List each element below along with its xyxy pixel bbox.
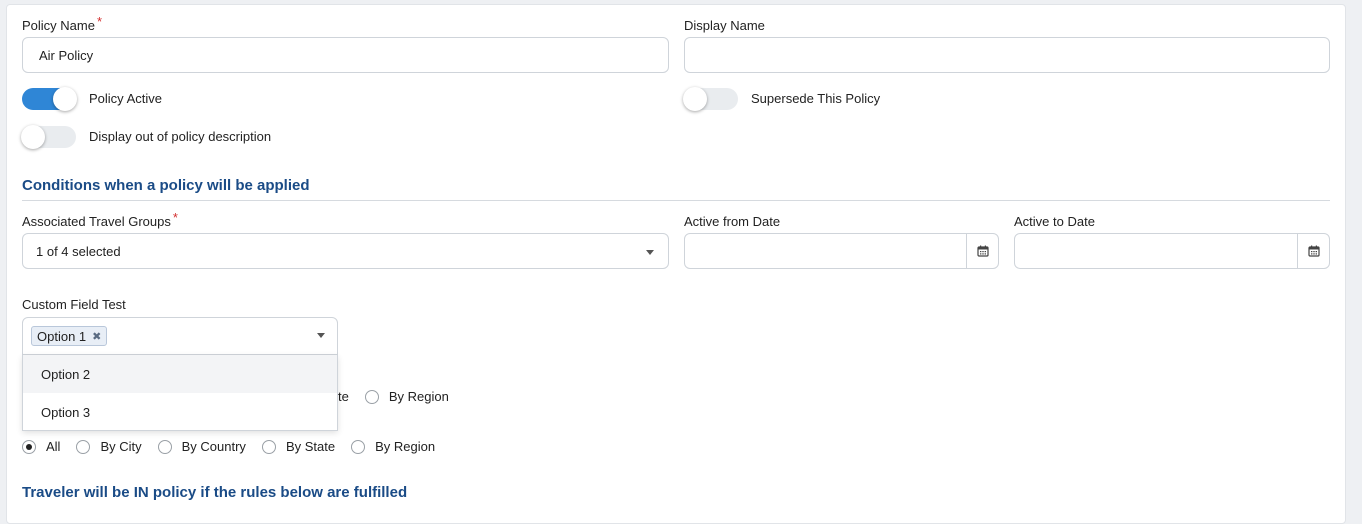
display-name-label: Display Name	[684, 18, 765, 33]
active-from-label: Active from Date	[684, 214, 781, 229]
policy-name-label: Policy Name *	[22, 14, 103, 33]
section-divider	[22, 200, 1330, 201]
display-out-of-policy-label: Display out of policy description	[89, 129, 272, 144]
conditions-section-title: Conditions when a policy will be applied	[22, 177, 310, 194]
policy-name-input[interactable]: Air Policy	[22, 37, 669, 73]
required-marker: *	[172, 210, 178, 225]
rules-section-title: Traveler will be IN policy if the rules …	[22, 484, 408, 501]
calendar-button[interactable]	[1297, 234, 1329, 268]
display-out-of-policy-toggle[interactable]	[21, 125, 76, 149]
radio-group-1: te By Region	[338, 389, 449, 404]
policy-name-value: Air Policy	[39, 47, 94, 63]
radio-by-state[interactable]: By State	[261, 439, 335, 454]
custom-field-multiselect[interactable]: Option 1 ✖	[22, 317, 338, 355]
travel-groups-value: 1 of 4 selected	[36, 243, 121, 259]
custom-field-label: Custom Field Test	[22, 297, 126, 312]
calendar-icon	[976, 245, 989, 257]
radio-all[interactable]: All	[22, 439, 60, 454]
calendar-icon	[1307, 245, 1320, 257]
active-to-label: Active to Date	[1014, 214, 1095, 229]
active-to-input[interactable]	[1014, 233, 1330, 269]
chevron-down-icon	[317, 333, 325, 338]
custom-field-dropdown-menu: Option 2 Option 3	[22, 355, 338, 431]
calendar-button[interactable]	[966, 234, 998, 268]
radio-by-region[interactable]: By Region	[351, 439, 435, 454]
dropdown-option[interactable]: Option 2	[23, 355, 337, 393]
required-marker: *	[96, 14, 103, 29]
radio-group-2: All By City By Country By State By Regio…	[22, 439, 451, 454]
supersede-label: Supersede This Policy	[751, 91, 881, 106]
display-name-input[interactable]	[684, 37, 1330, 73]
travel-groups-label: Associated Travel Groups *	[22, 210, 178, 229]
policy-active-toggle[interactable]	[22, 87, 77, 111]
supersede-toggle[interactable]	[683, 87, 738, 111]
chevron-down-icon	[646, 250, 654, 255]
radio-by-city[interactable]: By City	[76, 439, 142, 454]
selected-tag: Option 1 ✖	[31, 326, 108, 346]
radio-by-region[interactable]: By Region	[364, 389, 449, 404]
radio-by-country[interactable]: By Country	[157, 439, 246, 454]
policy-active-label: Policy Active	[89, 91, 162, 106]
active-from-input[interactable]	[684, 233, 999, 269]
travel-groups-select[interactable]: 1 of 4 selected	[22, 233, 669, 269]
dropdown-option[interactable]: Option 3	[23, 393, 337, 431]
remove-tag-icon[interactable]: ✖	[92, 330, 101, 343]
